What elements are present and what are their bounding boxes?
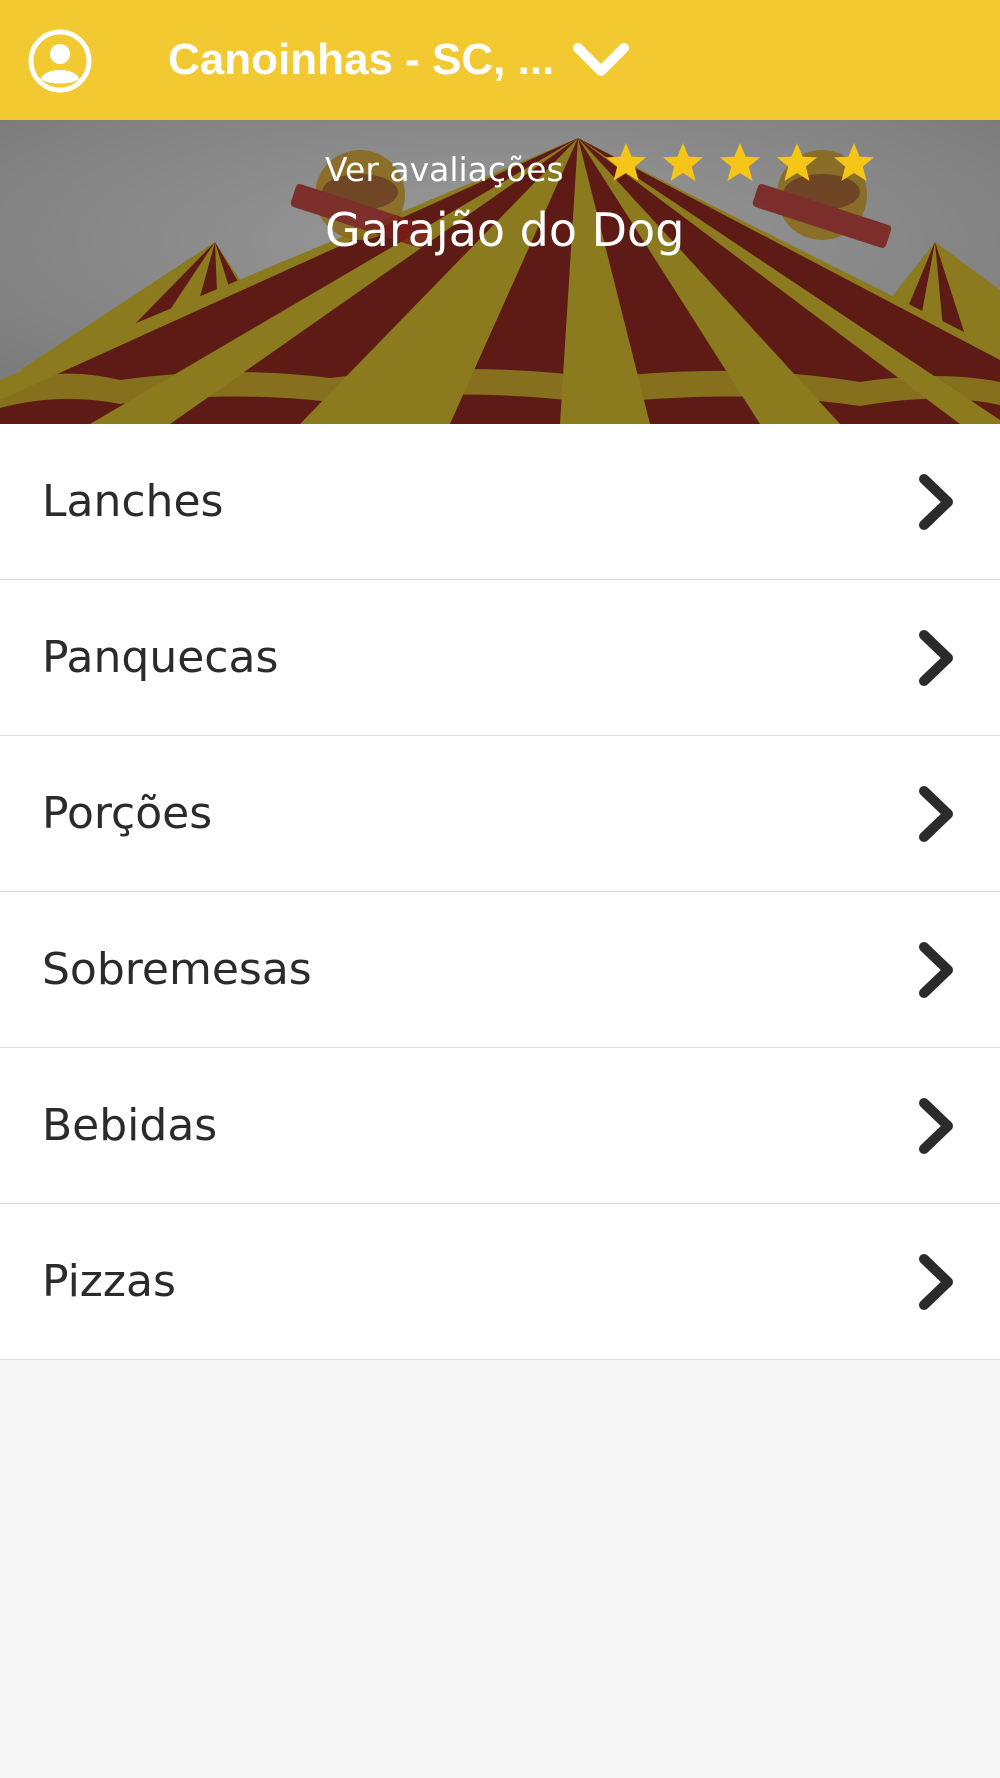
category-item-panquecas[interactable]: Panquecas (0, 580, 1000, 736)
chevron-right-icon (919, 942, 953, 998)
category-item-bebidas[interactable]: Bebidas (0, 1048, 1000, 1204)
user-circle-icon (28, 29, 92, 93)
chevron-right-icon (919, 1254, 953, 1310)
star-icon (663, 143, 703, 181)
chevron-right-icon (919, 630, 953, 686)
location-label: Canoinhas - SC, ... (168, 35, 555, 84)
category-label: Panquecas (42, 632, 279, 683)
store-name: Garajão do Dog (325, 203, 685, 257)
view-reviews-link[interactable]: Ver avaliações (325, 150, 564, 190)
category-label: Lanches (42, 476, 224, 527)
category-item-porcoes[interactable]: Porções (0, 736, 1000, 892)
category-item-pizzas[interactable]: Pizzas (0, 1204, 1000, 1360)
star-icon (834, 143, 874, 181)
location-selector[interactable]: Canoinhas - SC, ... (168, 0, 630, 120)
top-bar: Canoinhas - SC, ... (0, 0, 1000, 120)
account-button[interactable] (28, 29, 92, 93)
rating-stars (604, 141, 889, 185)
category-label: Bebidas (42, 1100, 218, 1151)
category-label: Sobremesas (42, 944, 312, 995)
chevron-right-icon (919, 474, 953, 530)
chevron-down-icon (573, 43, 630, 76)
star-icon (606, 143, 646, 181)
star-icon (777, 143, 817, 181)
chevron-right-icon (919, 786, 953, 842)
category-item-lanches[interactable]: Lanches (0, 424, 1000, 580)
category-item-sobremesas[interactable]: Sobremesas (0, 892, 1000, 1048)
app-screen: Canoinhas - SC, ... Ver avaliações Garaj… (0, 0, 1000, 1778)
category-list: Lanches Panquecas Porções Sobremesas Bebidas… (0, 424, 1000, 1360)
category-label: Porções (42, 788, 213, 839)
star-icon (720, 143, 760, 181)
category-label: Pizzas (42, 1256, 176, 1307)
chevron-right-icon (919, 1098, 953, 1154)
